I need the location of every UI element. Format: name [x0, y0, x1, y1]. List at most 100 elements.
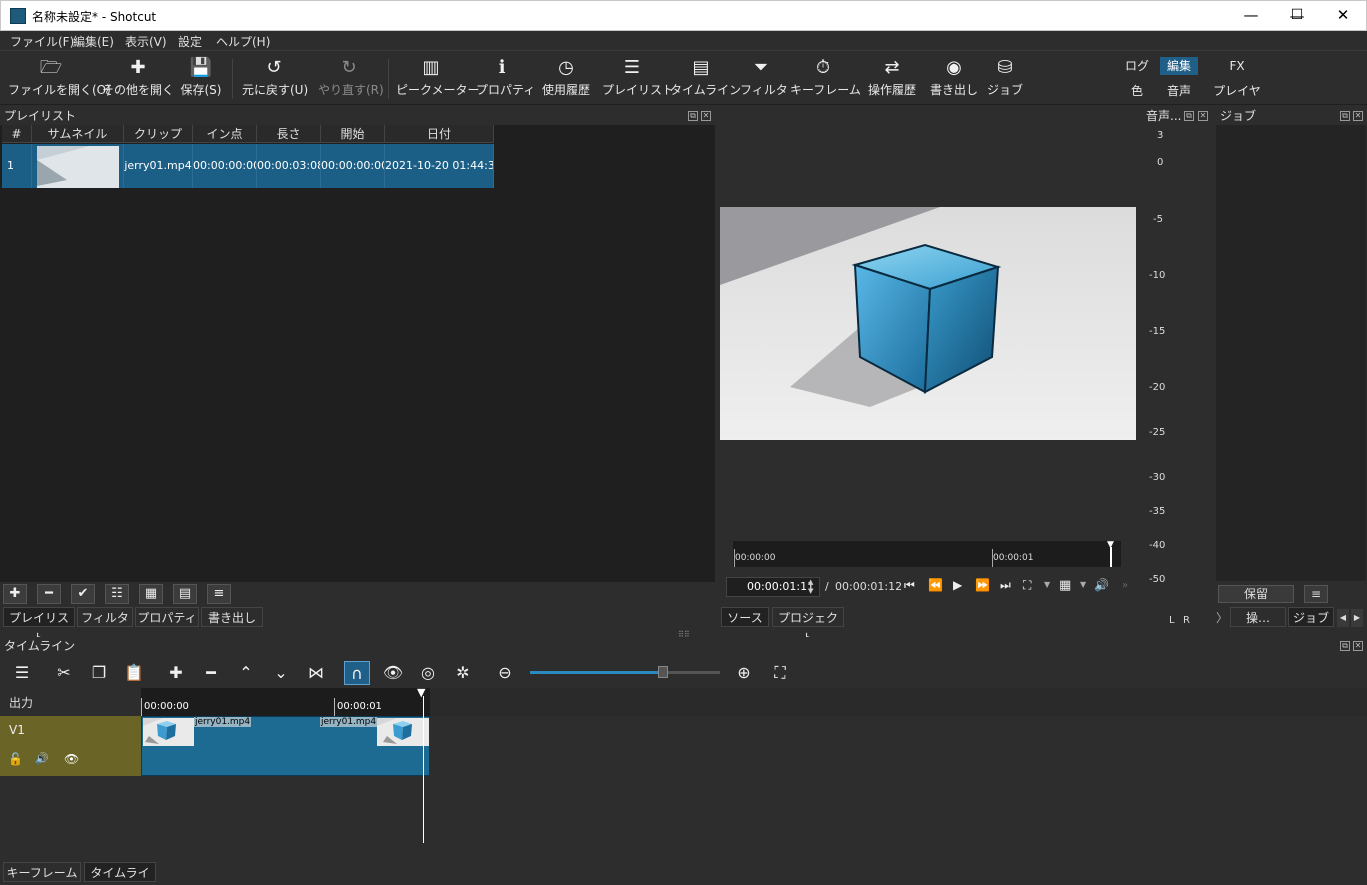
column-header-duration[interactable]: 長さ — [257, 125, 321, 143]
keyframes-button[interactable]: ⏱ キーフレーム — [790, 55, 861, 103]
tab-playlist[interactable]: プレイリスト — [3, 607, 75, 645]
more-icon[interactable]: » — [1122, 580, 1128, 591]
tab-project[interactable]: プロジェクト — [772, 607, 844, 645]
open-other-button[interactable]: ✚ その他を開く — [102, 55, 174, 103]
grid-dropdown-icon[interactable]: ▼ — [1080, 580, 1086, 589]
skip-previous-icon[interactable]: ⏮ — [904, 578, 915, 593]
volume-icon[interactable]: 🔊 — [1094, 578, 1109, 592]
layout-edit-button[interactable]: 編集 — [1160, 57, 1198, 75]
video-preview[interactable] — [720, 207, 1136, 440]
rewind-icon[interactable]: ⏪ — [928, 578, 943, 592]
close-panel-icon[interactable]: ✕ — [1198, 111, 1208, 121]
playlist-add-button[interactable]: ✚ — [3, 584, 27, 604]
close-panel-icon[interactable]: ✕ — [1353, 111, 1363, 121]
current-time-field[interactable]: 00:00:01:11 — [726, 577, 820, 597]
column-header-date[interactable]: 日付 — [385, 125, 494, 143]
cut-icon[interactable]: ✂ — [51, 661, 77, 685]
playlist-menu-button[interactable]: ≡ — [207, 584, 231, 604]
time-spinner-icon[interactable]: ▲ ▼ — [808, 578, 818, 596]
close-panel-icon[interactable]: ✕ — [1353, 641, 1363, 651]
play-icon[interactable]: ▶ — [953, 578, 962, 592]
filters-button[interactable]: ⏷ フィルタ — [740, 55, 788, 103]
lift-icon[interactable]: ⌃ — [233, 661, 259, 685]
grid-icon[interactable]: ▦ — [1059, 578, 1071, 593]
window-minimize-button[interactable]: — — [1228, 0, 1274, 30]
export-button[interactable]: ◉ 書き出し — [930, 55, 978, 103]
scrub-icon[interactable]: 👁 — [380, 661, 406, 685]
layout-color-button[interactable]: 色 — [1122, 82, 1152, 100]
timeline-playhead-line[interactable] — [423, 696, 424, 843]
layout-log-button[interactable]: ログ — [1122, 57, 1152, 75]
redo-button[interactable]: ↻ やり直す(R) — [318, 55, 384, 103]
skip-next-icon[interactable]: ⏭ — [1000, 578, 1011, 593]
history-button[interactable]: ⇄ 操作履歴 — [864, 55, 920, 103]
playlist-button[interactable]: ☰ プレイリスト — [602, 55, 674, 103]
ripple-delete-icon[interactable]: ━ — [198, 661, 224, 685]
track-header-v1[interactable]: V1 🔓 🔊 👁 — [0, 716, 141, 776]
mute-icon[interactable]: 🔊 — [35, 752, 49, 765]
copy-icon[interactable]: ❐ — [86, 661, 112, 685]
zoom-slider-handle[interactable] — [658, 666, 668, 678]
zoom-icon[interactable]: ⛶ — [1023, 578, 1031, 593]
zoom-out-icon[interactable]: ⊖ — [492, 661, 518, 685]
tab-prev-icon[interactable]: ◀ — [1337, 609, 1349, 627]
menu-edit[interactable]: 編集(E) — [73, 33, 114, 50]
column-header-start[interactable]: 開始 — [321, 125, 385, 143]
playlist-details-view-button[interactable]: ☷ — [105, 584, 129, 604]
jobs-button[interactable]: ⛁ ジョブ — [986, 55, 1024, 103]
playlist-update-button[interactable]: ✔ — [71, 584, 95, 604]
fast-forward-icon[interactable]: ⏩ — [975, 578, 990, 592]
recent-button[interactable]: ◷ 使用履歴 — [538, 55, 594, 103]
menu-help[interactable]: ヘルプ(H) — [216, 33, 270, 50]
window-close-button[interactable]: ✕ — [1320, 0, 1366, 30]
ripple-icon[interactable]: ◎ — [415, 661, 441, 685]
tab-history[interactable]: 操… — [1230, 607, 1286, 627]
tab-jobs[interactable]: ジョブ — [1288, 607, 1334, 627]
split-icon[interactable]: ⋈ — [303, 661, 329, 685]
lock-icon[interactable]: 🔓 — [8, 752, 23, 766]
undo-button[interactable]: ↺ 元に戻す(U) — [242, 55, 308, 103]
append-icon[interactable]: ✚ — [163, 661, 189, 685]
zoom-dropdown-icon[interactable]: ▼ — [1044, 580, 1050, 589]
tab-properties[interactable]: プロパティ — [135, 607, 199, 627]
playlist-tiles-view-button[interactable]: ▦ — [139, 584, 163, 604]
visibility-eye-icon[interactable]: 👁 — [64, 752, 79, 766]
properties-button[interactable]: ℹ プロパティ — [476, 55, 535, 103]
menu-settings[interactable]: 設定 — [178, 33, 202, 50]
tab-timeline[interactable]: タイムライン — [84, 862, 156, 882]
jobs-pause-button[interactable]: 保留 — [1218, 585, 1294, 603]
tab-scroll-left-icon[interactable]: 〉 — [1216, 609, 1228, 627]
layout-audio-button[interactable]: 音声 — [1160, 82, 1198, 100]
tab-export[interactable]: 書き出し — [201, 607, 263, 627]
timeline-ruler[interactable]: 00:00:00 00:00:01 — [141, 688, 1367, 716]
close-panel-icon[interactable]: ✕ — [701, 111, 711, 121]
column-header-thumbnail[interactable]: サムネイル — [32, 125, 124, 143]
paste-icon[interactable]: 📋 — [121, 661, 147, 685]
layout-fx-button[interactable]: FX — [1222, 57, 1252, 75]
undock-icon[interactable]: ⧉ — [1340, 641, 1350, 651]
zoom-fit-icon[interactable]: ⛶ — [767, 661, 793, 685]
ripple-all-icon[interactable]: ✲ — [450, 661, 476, 685]
layout-player-button[interactable]: プレイヤー — [1208, 82, 1266, 116]
column-header-in[interactable]: イン点 — [193, 125, 257, 143]
zoom-slider[interactable] — [530, 666, 720, 678]
snap-icon[interactable]: ∩ — [344, 661, 370, 685]
undock-icon[interactable]: ⧉ — [1340, 111, 1350, 121]
open-file-button[interactable]: 🗁 ファイルを開く(O) — [8, 55, 111, 103]
playlist-icons-view-button[interactable]: ▤ — [173, 584, 197, 604]
playlist-remove-button[interactable]: ━ — [37, 584, 61, 604]
tab-filters[interactable]: フィルタ — [77, 607, 133, 627]
tab-source[interactable]: ソース — [721, 607, 769, 627]
column-header-clip[interactable]: クリップ — [124, 125, 193, 143]
timeline-clip[interactable]: jerry01.mp4 jerry01.mp4 — [141, 716, 430, 776]
timeline-button[interactable]: ▤ タイムライン — [670, 55, 741, 103]
undock-icon[interactable]: ⧉ — [688, 111, 698, 121]
menu-view[interactable]: 表示(V) — [125, 33, 167, 50]
overwrite-icon[interactable]: ⌄ — [268, 661, 294, 685]
zoom-in-icon[interactable]: ⊕ — [731, 661, 757, 685]
save-button[interactable]: 💾 保存(S) — [178, 55, 224, 103]
peak-meter-button[interactable]: ▥ ピークメーター — [396, 55, 480, 103]
player-scrubber[interactable]: 00:00:00 00:00:01 ▼ — [733, 541, 1121, 567]
window-maximize-button[interactable]: ☐ — [1274, 0, 1320, 30]
jobs-menu-button[interactable]: ≡ — [1304, 585, 1328, 603]
